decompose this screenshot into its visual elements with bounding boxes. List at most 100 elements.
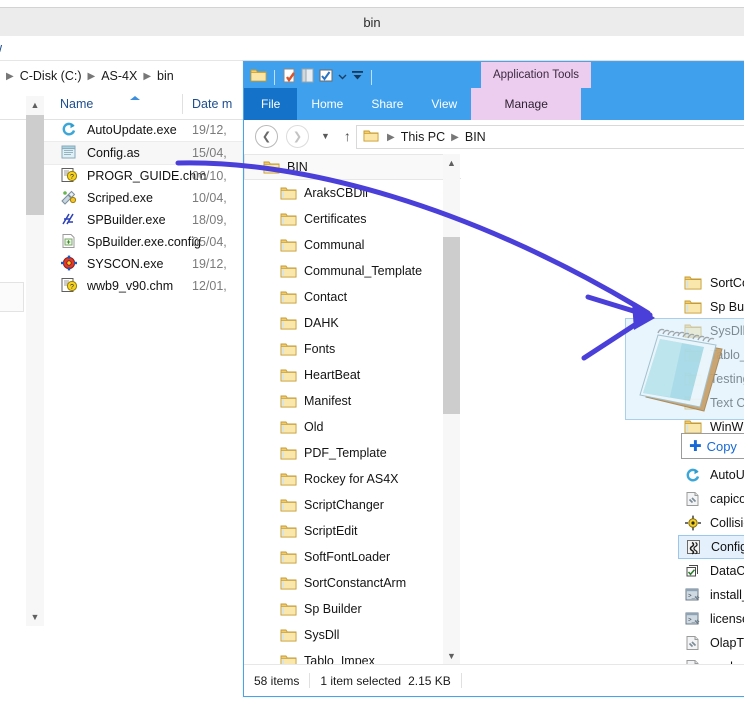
- chevron-down-icon[interactable]: [338, 70, 347, 84]
- bat-icon: >_: [684, 611, 703, 628]
- nav-tree-item-communal[interactable]: Communal: [244, 232, 460, 258]
- recent-locations-caret-icon[interactable]: ▼: [321, 131, 330, 141]
- nav-tree-item-rockey-for-as4x[interactable]: Rockey for AS4X: [244, 466, 460, 492]
- breadcrumb-item-bin[interactable]: BIN: [465, 130, 486, 144]
- table-row[interactable]: Text Converter05/04/13 10: [678, 391, 744, 415]
- customize-icon[interactable]: [319, 68, 334, 86]
- address-path-box[interactable]: ▶ This PC ▶ BIN: [356, 125, 744, 149]
- file-name: PROGR_GUIDE.chm: [87, 169, 206, 183]
- table-row[interactable]: Testing10/03/15 3:1: [678, 367, 744, 391]
- svg-text:>_: >_: [688, 616, 696, 623]
- file-date-modified: 10/04,: [192, 191, 227, 205]
- table-row[interactable]: capicom.dll07/05/03 2:1: [678, 487, 744, 511]
- file-date-modified: 06/10,: [192, 169, 227, 183]
- tab-share[interactable]: Share: [357, 88, 417, 120]
- navigation-tree[interactable]: BINAraksCBDllCertificatesCommunalCommuna…: [244, 154, 460, 664]
- breadcrumb-item-cdisk[interactable]: C-Disk (C:): [20, 69, 82, 83]
- folder-icon: [684, 323, 703, 340]
- nav-tree-item-heartbeat[interactable]: HeartBeat: [244, 362, 460, 388]
- svg-text:?: ?: [70, 284, 74, 291]
- nav-tree-item-bin[interactable]: BIN: [244, 154, 444, 180]
- folder-icon: [263, 160, 280, 175]
- nav-tree-item-fonts[interactable]: Fonts: [244, 336, 460, 362]
- file-name: WinWrapBasic: [710, 420, 744, 434]
- config-file-icon: [60, 233, 80, 251]
- nav-tree-item-label: SortConstanctArm: [304, 576, 406, 590]
- nav-tree-item-sysdll[interactable]: SysDll: [244, 622, 460, 648]
- nav-tree-item-manifest[interactable]: Manifest: [244, 388, 460, 414]
- menu-item-view[interactable]: ew: [0, 41, 2, 55]
- table-row[interactable]: >_install_ScrTypz.bat01/06/11 11: [678, 583, 744, 607]
- collision-icon: [684, 515, 703, 532]
- nav-tree-item-pdf-template[interactable]: PDF_Template: [244, 440, 460, 466]
- file-date-modified: 15/04,: [192, 146, 227, 160]
- background-menu-bar[interactable]: ew: [0, 36, 744, 60]
- scrollbar-thumb[interactable]: [443, 237, 460, 414]
- nav-tree-item-sortconstanctarm[interactable]: SortConstanctArm: [244, 570, 460, 596]
- file-date-modified: 19/12,: [192, 123, 227, 137]
- back-button[interactable]: ❮: [255, 125, 278, 148]
- navigation-pane-stub: [0, 282, 24, 312]
- dropdown-caret-icon[interactable]: [351, 69, 364, 85]
- navigation-pane[interactable]: BINAraksCBDllCertificatesCommunalCommuna…: [244, 154, 460, 664]
- table-row[interactable]: Sp Builder18/09/14 6:0: [678, 295, 744, 319]
- nav-tree-item-old[interactable]: Old: [244, 414, 460, 440]
- breadcrumb-item-bin[interactable]: bin: [157, 69, 174, 83]
- scroll-down-arrow-icon[interactable]: ▼: [26, 608, 44, 626]
- forward-button[interactable]: ❯: [286, 125, 309, 148]
- tab-file[interactable]: File: [244, 88, 297, 120]
- nav-tree-item-softfontloader[interactable]: SoftFontLoader: [244, 544, 460, 570]
- ribbon-tab-strip[interactable]: File Home Share View Manage: [244, 88, 581, 120]
- nav-tree-item-dahk[interactable]: DAHK: [244, 310, 460, 336]
- column-header-date-modified[interactable]: Date m: [192, 97, 232, 111]
- quick-access-toolbar[interactable]: [250, 66, 375, 88]
- tab-manage[interactable]: Manage: [471, 88, 581, 120]
- file-list-pane[interactable]: SortConstanctArm14/02/14 4:2Sp Builder18…: [461, 154, 744, 664]
- nav-tree-item-scriptchanger[interactable]: ScriptChanger: [244, 492, 460, 518]
- dll-icon: [684, 491, 703, 508]
- table-row[interactable]: AutoUpdate.exe23/07/14 5:1: [678, 463, 744, 487]
- chm-help-icon: ?: [60, 277, 80, 295]
- column-header-name[interactable]: Name: [60, 97, 93, 111]
- nav-tree-item-sp-builder[interactable]: Sp Builder: [244, 596, 460, 622]
- table-row[interactable]: DataChecker.exe: [678, 559, 744, 583]
- nav-tree-item-label: Tablo_Impex: [304, 654, 375, 664]
- nav-tree-item-arakscbdll[interactable]: AraksCBDll: [244, 180, 460, 206]
- file-name: install_ScrTypz.bat: [710, 588, 744, 602]
- nav-tree-item-communal-template[interactable]: Communal_Template: [244, 258, 460, 284]
- scroll-up-arrow-icon[interactable]: ▲: [443, 154, 460, 171]
- breadcrumb-item-this-pc[interactable]: This PC: [401, 130, 445, 144]
- nav-tree-item-tablo-impex[interactable]: Tablo_Impex: [244, 648, 460, 664]
- table-row[interactable]: SysDll05/04/13 10: [678, 319, 744, 343]
- scroll-down-arrow-icon[interactable]: ▼: [443, 647, 460, 664]
- syscon-icon: [60, 255, 80, 273]
- scrollbar-thumb[interactable]: [26, 115, 44, 215]
- table-row[interactable]: >_license.bat28/09/10 11: [678, 607, 744, 631]
- newfolder-icon[interactable]: [301, 68, 315, 87]
- table-row[interactable]: CollisionChecker.exe11/07/11 3:5: [678, 511, 744, 535]
- nav-tree-item-label: Manifest: [304, 394, 351, 408]
- properties-icon[interactable]: [282, 68, 297, 87]
- breadcrumb-chevron-icon: ▶: [6, 71, 14, 82]
- folder-icon[interactable]: [250, 68, 267, 86]
- tab-home[interactable]: Home: [297, 88, 357, 120]
- table-row[interactable]: SortConstanctArm14/02/14 4:2: [678, 271, 744, 295]
- file-list[interactable]: SortConstanctArm14/02/14 4:2Sp Builder18…: [678, 271, 744, 664]
- table-row[interactable]: Tablo_Impex05/04/13 10: [678, 343, 744, 367]
- scroll-up-arrow-icon[interactable]: ▲: [26, 96, 44, 114]
- vbs-icon: [685, 539, 704, 556]
- folder-icon: [684, 395, 703, 412]
- folder-icon: [280, 238, 297, 253]
- nav-tree-item-label: Fonts: [304, 342, 335, 356]
- nav-tree-item-scriptedit[interactable]: ScriptEdit: [244, 518, 460, 544]
- nav-tree-item-contact[interactable]: Contact: [244, 284, 460, 310]
- up-button[interactable]: ↑: [344, 128, 351, 144]
- table-row[interactable]: packer.dll22/01/02 2:4: [678, 655, 744, 664]
- drop-effect-tooltip: ✚ Copy: [681, 433, 744, 459]
- nav-tree-item-certificates[interactable]: Certificates: [244, 206, 460, 232]
- sort-ascending-caret-icon: [130, 96, 140, 100]
- breadcrumb-item-as4x[interactable]: AS-4X: [101, 69, 137, 83]
- tab-view[interactable]: View: [417, 88, 471, 120]
- table-row[interactable]: Config.as Global Registrator.vbs12/12/12…: [678, 535, 744, 559]
- table-row[interactable]: OlapTray.dll14/11/00 5:0: [678, 631, 744, 655]
